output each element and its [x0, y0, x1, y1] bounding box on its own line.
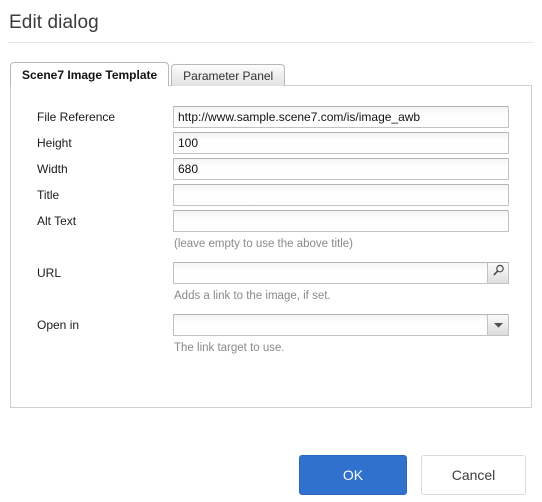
url-input[interactable]	[173, 262, 487, 284]
tab-label: Parameter Panel	[183, 69, 274, 83]
form-row-open-in: Open in	[11, 314, 531, 336]
form-row-alt-text: Alt Text	[11, 210, 531, 232]
tab-strip: Scene7 Image Template Parameter Panel	[10, 62, 287, 86]
hint-open-in: The link target to use.	[174, 342, 285, 354]
title-divider	[8, 42, 534, 43]
tab-scene7-image-template[interactable]: Scene7 Image Template	[10, 62, 170, 86]
url-field-group	[173, 262, 509, 284]
url-picker-button[interactable]	[487, 262, 509, 284]
form-panel: File Reference Height Width Title Alt Te…	[10, 85, 532, 408]
form-row-width: Width	[11, 158, 531, 180]
search-icon	[492, 264, 505, 282]
cancel-button[interactable]: Cancel	[421, 455, 526, 495]
width-input[interactable]	[173, 158, 509, 180]
form-row-file-reference: File Reference	[11, 106, 531, 128]
label-url: URL	[37, 266, 62, 280]
height-input[interactable]	[173, 132, 509, 154]
open-in-select-group[interactable]	[173, 314, 509, 336]
file-reference-input[interactable]	[173, 106, 509, 128]
dialog-footer: OK Cancel	[0, 455, 542, 497]
label-file-reference: File Reference	[37, 110, 116, 124]
ok-button[interactable]: OK	[299, 455, 407, 495]
open-in-value	[173, 314, 487, 336]
tab-parameter-panel[interactable]: Parameter Panel	[171, 64, 286, 86]
chevron-down-icon	[493, 316, 504, 334]
tab-label: Scene7 Image Template	[22, 68, 158, 82]
form-row-url: URL	[11, 262, 531, 284]
label-width: Width	[37, 162, 68, 176]
hint-alt-text: (leave empty to use the above title)	[174, 238, 353, 250]
title-input[interactable]	[173, 184, 509, 206]
label-alt-text: Alt Text	[37, 214, 77, 228]
open-in-dropdown-button[interactable]	[487, 314, 509, 336]
form-row-title: Title	[11, 184, 531, 206]
alt-text-input[interactable]	[173, 210, 509, 232]
label-title: Title	[37, 188, 60, 202]
label-height: Height	[37, 136, 72, 150]
form-row-height: Height	[11, 132, 531, 154]
label-open-in: Open in	[37, 318, 80, 332]
hint-url: Adds a link to the image, if set.	[174, 290, 331, 302]
page-title: Edit dialog	[9, 12, 99, 33]
